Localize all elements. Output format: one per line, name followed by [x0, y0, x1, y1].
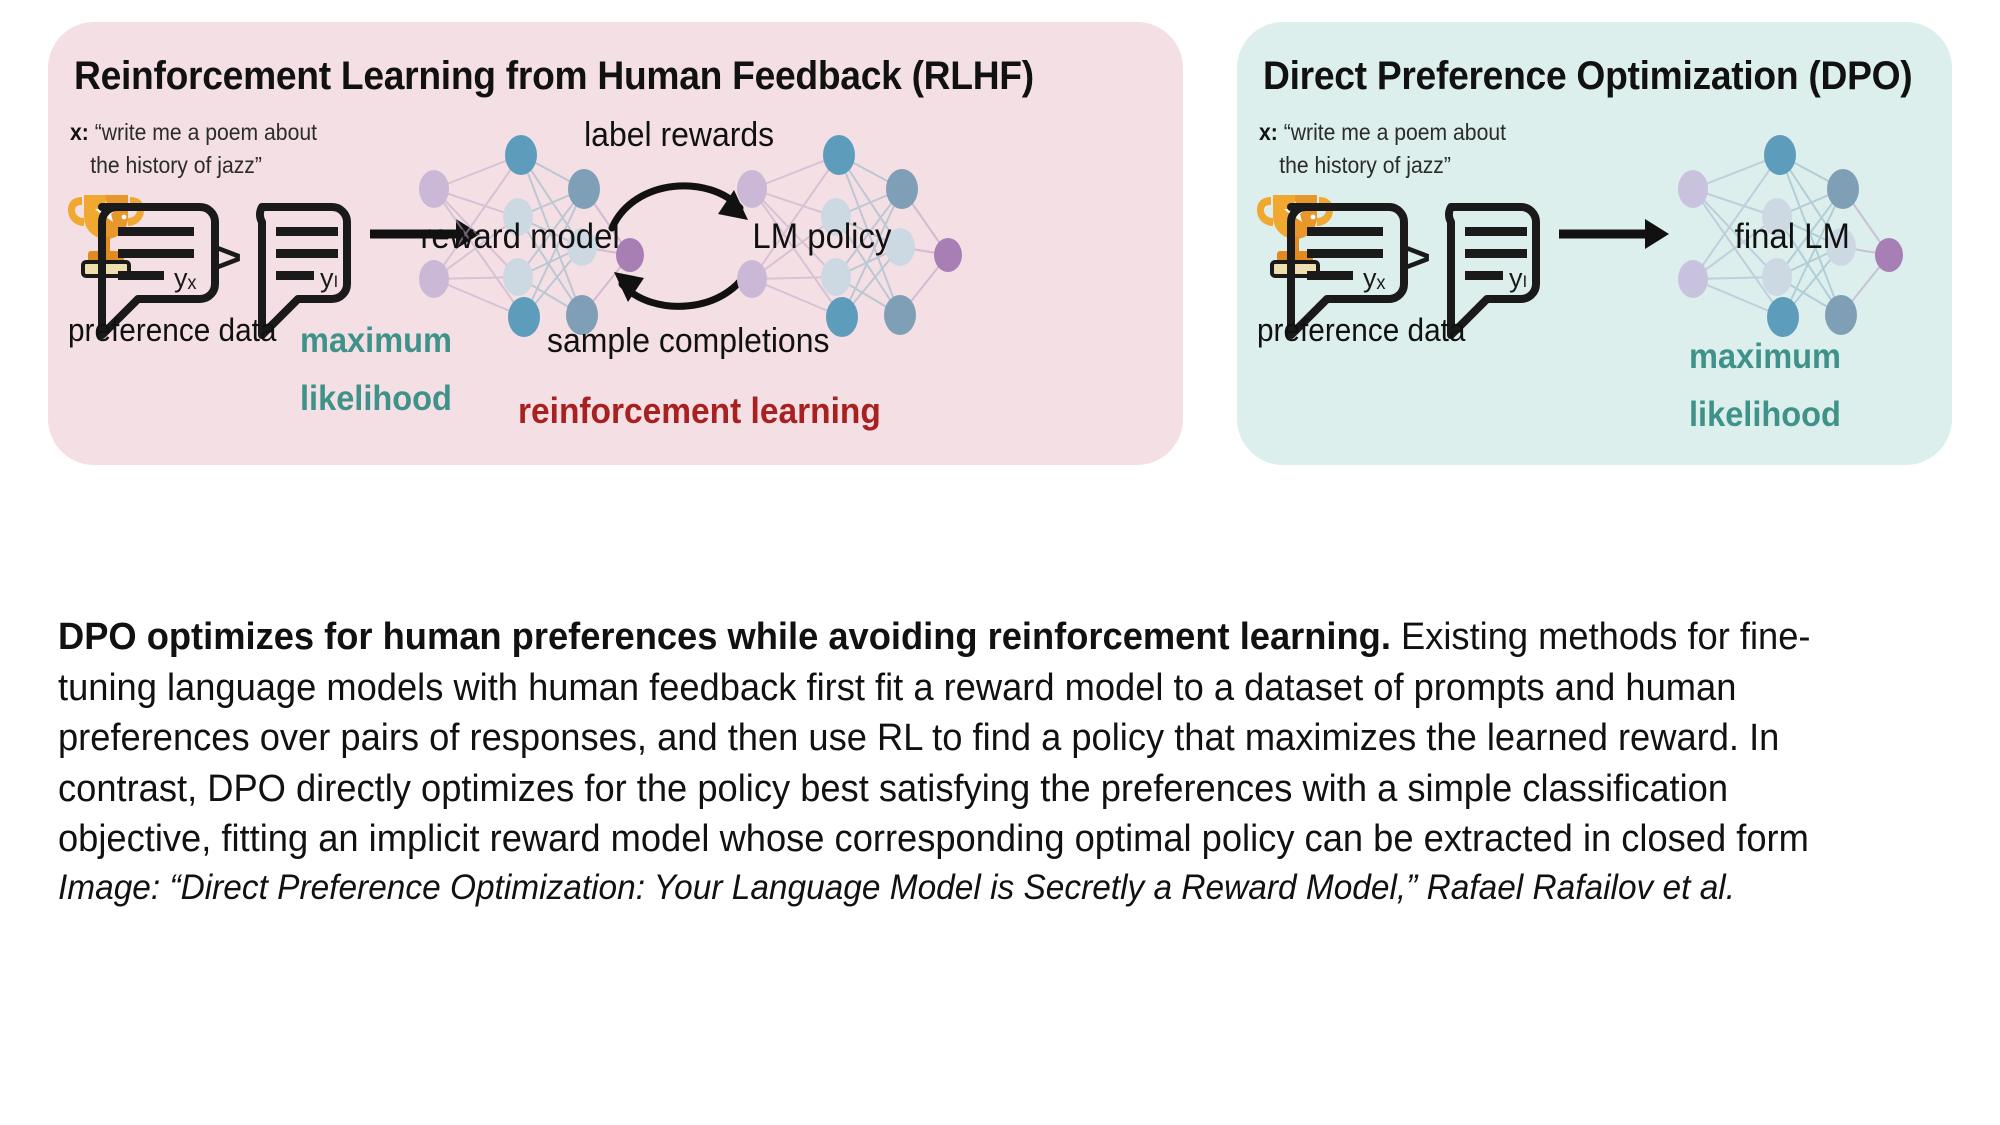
panel-dpo: Direct Preference Optimization (DPO) x: …: [1237, 22, 1952, 465]
maximum-likelihood-label-dpo: maximum likelihood: [1689, 328, 1841, 444]
preference-data-caption-rlhf: preference data: [68, 312, 277, 348]
prompt-prefix: x:: [1259, 119, 1278, 145]
greater-than-symbol: >: [1405, 233, 1431, 282]
panel-dpo-title: Direct Preference Optimization (DPO): [1263, 54, 1913, 98]
caption-paragraph: DPO optimizes for human preferences whil…: [58, 612, 1868, 865]
right-arrow-icon: [1559, 219, 1669, 249]
greater-than-symbol: >: [216, 233, 242, 282]
prompt-prefix: x:: [70, 119, 89, 145]
caption-block: DPO optimizes for human preferences whil…: [58, 612, 1953, 911]
prompt-line-1: “write me a poem about: [1283, 119, 1506, 145]
figure-diagram: Reinforcement Learning from Human Feedba…: [0, 0, 2000, 600]
prompt-line-1: “write me a poem about: [94, 119, 317, 145]
image-credit: Image: “Direct Preference Optimization: …: [58, 867, 1736, 907]
ml-line-2: likelihood: [1689, 394, 1841, 434]
chosen-response-label: yₓ: [174, 263, 197, 293]
rejected-response-label: yₗ: [320, 263, 338, 293]
ml-line-2: likelihood: [300, 378, 452, 418]
panel-rlhf-title: Reinforcement Learning from Human Feedba…: [74, 54, 1034, 98]
reinforcement-learning-label: reinforcement learning: [518, 390, 881, 431]
lm-policy-label: LM policy: [752, 217, 892, 256]
chosen-response-label: yₓ: [1363, 263, 1386, 293]
panel-rlhf: Reinforcement Learning from Human Feedba…: [48, 22, 1183, 465]
caption-bold-lead: DPO optimizes for human preferences whil…: [58, 616, 1391, 658]
preference-data-caption-dpo: preference data: [1257, 312, 1466, 348]
final-lm-label: final LM: [1734, 217, 1850, 256]
panel-rlhf-prompt: x: “write me a poem about the history of…: [70, 116, 317, 183]
reward-model-label: reward model: [420, 217, 620, 256]
rejected-response-label: yₗ: [1509, 263, 1527, 293]
panel-dpo-prompt: x: “write me a poem about the history of…: [1259, 116, 1506, 183]
flow-arrow-dpo: [1559, 214, 1669, 254]
